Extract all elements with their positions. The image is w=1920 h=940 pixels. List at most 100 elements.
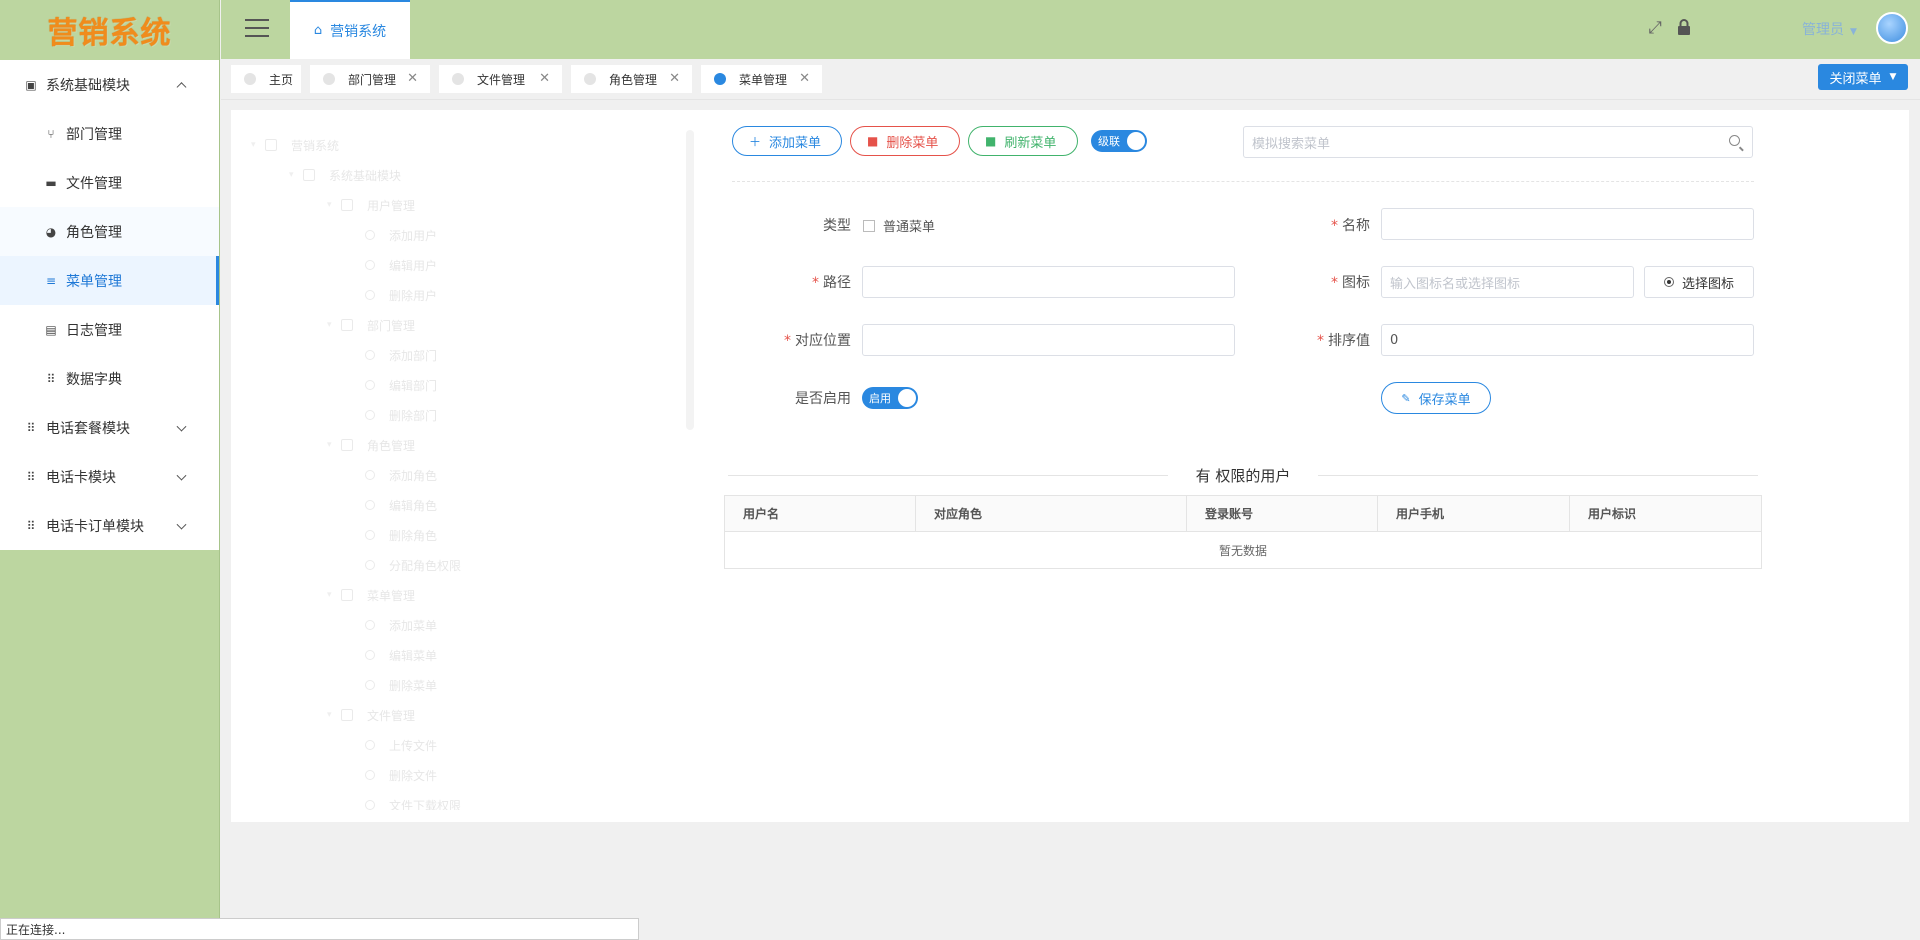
- add-menu-label: 添加菜单: [769, 135, 822, 151]
- tree-radio-icon: [365, 230, 375, 240]
- tree-node[interactable]: 文件下载权限: [251, 790, 691, 810]
- sidebar-item-label: 电话卡模块: [46, 469, 116, 486]
- close-icon[interactable]: ✕: [669, 71, 680, 86]
- tree-node[interactable]: 删除部门: [251, 400, 691, 430]
- tree-node-label: 用户管理: [367, 198, 416, 213]
- tab-2[interactable]: 文件管理 ✕: [439, 65, 562, 93]
- tree-node[interactable]: 删除用户: [251, 280, 691, 310]
- tree-node[interactable]: ▾ 营销系统: [251, 130, 691, 160]
- chevron-down-icon: [176, 421, 187, 432]
- icon-input[interactable]: 输入图标名或选择图标: [1381, 266, 1634, 298]
- tree-node[interactable]: ▾ 角色管理: [251, 430, 691, 460]
- tab-0[interactable]: 主页: [231, 65, 301, 93]
- lock-icon[interactable]: [1674, 18, 1694, 38]
- tree-node[interactable]: 分配角色权限: [251, 550, 691, 580]
- tree-arrow-icon: ▾: [327, 320, 332, 330]
- sidebar-item-0[interactable]: ▣ 系统基础模块: [0, 60, 219, 109]
- tab-dot-icon: [323, 73, 335, 85]
- tree-scrollbar[interactable]: [686, 130, 694, 430]
- sidebar-item-6[interactable]: ⠿ 数据字典: [0, 354, 219, 403]
- tree-node[interactable]: 编辑角色: [251, 490, 691, 520]
- tree-box-icon: [341, 199, 353, 211]
- tab-dot-icon: [452, 73, 464, 85]
- tree-node[interactable]: 编辑用户: [251, 250, 691, 280]
- sidebar-item-label: 文件管理: [66, 175, 122, 192]
- cascade-switch[interactable]: 级联: [1091, 130, 1147, 152]
- close-icon[interactable]: ✕: [539, 71, 550, 86]
- sidebar-item-7[interactable]: ⠿ 电话套餐模块: [0, 403, 219, 452]
- tree-radio-icon: [365, 650, 375, 660]
- sidebar-item-5[interactable]: ▤ 日志管理: [0, 305, 219, 354]
- type-checkbox[interactable]: 普通菜单: [863, 216, 935, 235]
- admin-dropdown[interactable]: 管理员 ▼: [1802, 19, 1857, 39]
- tab-label: 文件管理: [477, 72, 526, 87]
- tab-4[interactable]: 菜单管理 ✕: [701, 65, 822, 93]
- tree-node[interactable]: ▾ 用户管理: [251, 190, 691, 220]
- tree-radio-icon: [365, 380, 375, 390]
- save-menu-button[interactable]: ✎ 保存菜单: [1381, 382, 1491, 414]
- hamburger-menu-icon[interactable]: [245, 19, 269, 37]
- tree-radio-icon: [365, 290, 375, 300]
- header-tab-label: 营销系统: [330, 23, 387, 40]
- delete-menu-button[interactable]: ■ 删除菜单: [850, 126, 960, 156]
- log-icon: ▤: [45, 322, 57, 337]
- tree-radio-icon: [365, 770, 375, 780]
- refresh-menu-button[interactable]: ■ 刷新菜单: [968, 126, 1078, 156]
- tree-node[interactable]: 删除角色: [251, 520, 691, 550]
- enabled-switch[interactable]: 启用: [862, 387, 918, 409]
- sidebar-item-9[interactable]: ⠿ 电话卡订单模块: [0, 501, 219, 550]
- header-tab-system[interactable]: ⌂ 营销系统: [290, 0, 410, 59]
- sort-label: * 排序值: [1317, 333, 1370, 349]
- position-label: * 对应位置: [784, 333, 851, 349]
- sort-input[interactable]: 0: [1381, 324, 1754, 356]
- tree-node[interactable]: ▾ 部门管理: [251, 310, 691, 340]
- sidebar-item-8[interactable]: ⠿ 电话卡模块: [0, 452, 219, 501]
- close-icon[interactable]: ✕: [407, 71, 418, 86]
- tree-node[interactable]: 删除文件: [251, 760, 691, 790]
- sidebar-item-2[interactable]: ▬ 文件管理: [0, 158, 219, 207]
- sidebar-item-label: 电话卡订单模块: [46, 518, 144, 535]
- tree-node[interactable]: 添加用户: [251, 220, 691, 250]
- menu-tree[interactable]: ▾ 营销系统 ▾ 系统基础模块 ▾ 用户管理 添加用户 编辑用户 删除用户 ▾ 部门管理 添加部门 编辑…: [231, 110, 691, 810]
- tree-node-label: 添加用户: [389, 228, 438, 243]
- tree-node[interactable]: ▾ 文件管理: [251, 700, 691, 730]
- sidebar-item-4[interactable]: ≡ 菜单管理: [0, 256, 219, 305]
- tree-node[interactable]: 上传文件: [251, 730, 691, 760]
- tree-node[interactable]: 编辑部门: [251, 370, 691, 400]
- position-input[interactable]: [862, 324, 1235, 356]
- close-icon[interactable]: ✕: [799, 71, 810, 86]
- tree-node[interactable]: ▾ 菜单管理: [251, 580, 691, 610]
- tree-node[interactable]: 添加菜单: [251, 610, 691, 640]
- tree-node[interactable]: ▾ 系统基础模块: [251, 160, 691, 190]
- choose-icon-button[interactable]: 选择图标: [1644, 266, 1754, 298]
- tree-radio-icon: [365, 500, 375, 510]
- avatar[interactable]: [1876, 12, 1908, 44]
- name-input[interactable]: [1381, 208, 1754, 240]
- tree-node[interactable]: 添加角色: [251, 460, 691, 490]
- path-label: * 路径: [812, 275, 851, 291]
- sidebar-item-1[interactable]: ⑂ 部门管理: [0, 109, 219, 158]
- fullscreen-icon[interactable]: ⤢: [1645, 18, 1665, 38]
- sidebar-item-label: 部门管理: [66, 126, 122, 143]
- tab-3[interactable]: 角色管理 ✕: [571, 65, 692, 93]
- search-icon[interactable]: [1729, 135, 1740, 146]
- edit-icon: ✎: [1401, 391, 1411, 405]
- path-input[interactable]: [862, 266, 1235, 298]
- refresh-icon: ■: [985, 134, 997, 148]
- tree-node-label: 菜单管理: [367, 588, 416, 603]
- add-menu-button[interactable]: ＋ 添加菜单: [732, 126, 842, 156]
- tree-node[interactable]: 删除菜单: [251, 670, 691, 700]
- tree-node-label: 删除部门: [389, 408, 438, 423]
- enabled-label: 是否启用: [795, 391, 851, 407]
- sidebar-item-label: 系统基础模块: [46, 77, 130, 94]
- tab-label: 角色管理: [609, 72, 658, 87]
- tab-1[interactable]: 部门管理 ✕: [310, 65, 430, 93]
- sidebar-item-3[interactable]: ◕ 角色管理: [0, 207, 219, 256]
- close-menu-button[interactable]: 关闭菜单 ▼: [1818, 64, 1908, 90]
- tree-node-label: 文件管理: [367, 708, 416, 723]
- tree-arrow-icon: ▾: [327, 200, 332, 210]
- menu-search-input[interactable]: 模拟搜索菜单: [1243, 126, 1753, 158]
- tree-node[interactable]: 编辑菜单: [251, 640, 691, 670]
- tree-radio-icon: [365, 560, 375, 570]
- tree-node[interactable]: 添加部门: [251, 340, 691, 370]
